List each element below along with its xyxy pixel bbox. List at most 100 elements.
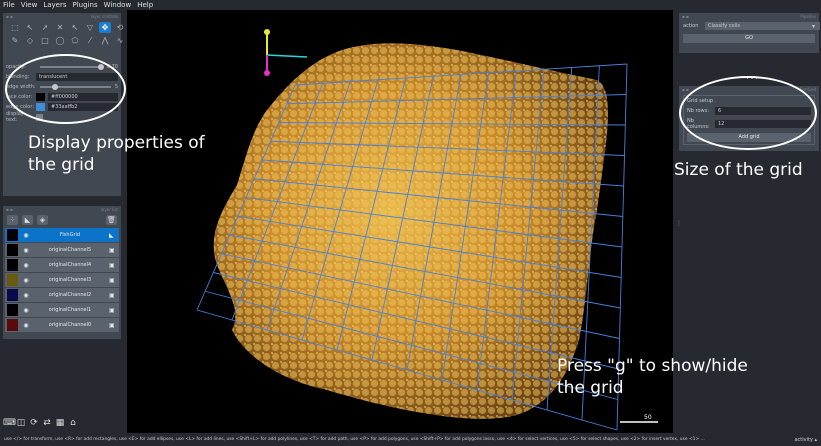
home-icon[interactable]: ⌂ bbox=[68, 418, 78, 428]
layer-name: originalChannel2 bbox=[48, 292, 92, 298]
scale-bar-label: 50 bbox=[644, 414, 652, 421]
image-layer-icon: ▣ bbox=[109, 291, 115, 299]
layer-row[interactable]: ◉ originalChannel4 ▣ bbox=[5, 258, 119, 272]
layer-thumbnail bbox=[7, 229, 18, 241]
classify-panel: ▪ ▪ Pipeline action Classify cells ▾ GO bbox=[679, 13, 820, 53]
menu-view[interactable]: View bbox=[21, 1, 38, 9]
transpose-icon[interactable]: ⇄ bbox=[42, 418, 52, 428]
layer-thumbnail bbox=[7, 289, 18, 301]
eye-icon[interactable]: ◉ bbox=[21, 232, 31, 239]
menu-bar: File View Layers Plugins Window Help bbox=[0, 0, 821, 10]
layer-list-panel: ▪ ▪ layer list ⁘ ◣ ◈ 🗑 ◉ FishGrid ◣ ◉ origina… bbox=[3, 206, 121, 339]
shapes-layer-icon: ◣ bbox=[109, 231, 114, 239]
action-label: action bbox=[683, 23, 699, 29]
layer-controls-title: layer controls bbox=[90, 14, 118, 19]
annotation-display: Display properties of the grid bbox=[28, 133, 205, 175]
dock-grip-icon[interactable]: ▪ ▪ bbox=[6, 207, 13, 212]
layer-buttons: ⁘ ◣ ◈ 🗑 bbox=[3, 213, 121, 227]
shape-icon[interactable]: ◇ bbox=[24, 35, 36, 46]
layer-row[interactable]: ◉ originalChannel0 ▣ bbox=[5, 318, 119, 332]
select-icon[interactable]: ↖ bbox=[69, 22, 81, 33]
line-icon[interactable]: ⁄ bbox=[84, 35, 96, 46]
dock-grip-icon[interactable]: ▪ ▪ bbox=[682, 14, 689, 19]
console-icon[interactable]: ⌨ bbox=[3, 418, 16, 428]
layer-row[interactable]: ◉ originalChannel1 ▣ bbox=[5, 303, 119, 317]
menu-help[interactable]: Help bbox=[137, 1, 153, 9]
layer-row[interactable]: ◉ originalChannel3 ▣ bbox=[5, 273, 119, 287]
eye-icon[interactable]: ◉ bbox=[21, 247, 31, 254]
annotation-size: Size of the grid bbox=[674, 160, 803, 180]
classify-title: Pipeline bbox=[800, 14, 816, 19]
annotation-ellipse-size bbox=[679, 76, 817, 150]
menu-layers[interactable]: Layers bbox=[43, 1, 66, 9]
image-layer-icon: ▣ bbox=[109, 261, 115, 269]
rectangle-icon[interactable]: □ bbox=[39, 35, 51, 46]
direct-select-icon[interactable]: ↖ bbox=[24, 22, 36, 33]
image-layer-icon: ▣ bbox=[109, 246, 115, 254]
layer-list-title-bar: ▪ ▪ layer list bbox=[3, 206, 121, 213]
polyline-icon[interactable]: ⋀ bbox=[99, 35, 111, 46]
layer-name: originalChannel0 bbox=[48, 322, 92, 328]
side-handle-icon[interactable]: ⋮ bbox=[676, 220, 682, 227]
axis-z-tip bbox=[264, 70, 270, 76]
layer-thumbnail bbox=[7, 259, 18, 271]
layer-thumbnail bbox=[7, 304, 18, 316]
select-vertices-icon[interactable]: ⬚ bbox=[9, 22, 21, 33]
axis-x bbox=[266, 54, 308, 58]
layer-name: originalChannel4 bbox=[48, 262, 92, 268]
eye-icon[interactable]: ◉ bbox=[21, 262, 31, 269]
grid-view-icon[interactable]: ▦ bbox=[55, 418, 65, 428]
eye-icon[interactable]: ◉ bbox=[21, 322, 31, 329]
layer-thumbnail bbox=[7, 319, 18, 331]
activity-button[interactable]: activity ▴ bbox=[794, 434, 817, 446]
new-shapes-icon[interactable]: ◣ bbox=[22, 215, 33, 225]
layer-row[interactable]: ◉ originalChannel5 ▣ bbox=[5, 243, 119, 257]
layer-thumbnail bbox=[7, 274, 18, 286]
action-select[interactable]: Classify cells bbox=[705, 22, 820, 30]
eye-icon[interactable]: ◉ bbox=[21, 277, 31, 284]
new-labels-icon[interactable]: ◈ bbox=[37, 215, 48, 225]
layer-row[interactable]: ◉ originalChannel2 ▣ bbox=[5, 288, 119, 302]
layer-list-title: layer list bbox=[100, 207, 118, 212]
eye-icon[interactable]: ◉ bbox=[21, 292, 31, 299]
layer-name: FishGrid bbox=[59, 232, 81, 238]
dock-grip-icon[interactable]: ▪ ▪ bbox=[6, 14, 13, 19]
status-bar: use </> for transform, use <R> for add r… bbox=[0, 434, 821, 446]
layer-name: originalChannel1 bbox=[48, 307, 92, 313]
remove-vertex-icon[interactable]: ✕ bbox=[54, 22, 66, 33]
layer-row[interactable]: ◉ FishGrid ◣ bbox=[5, 228, 119, 242]
classify-title-bar: ▪ ▪ Pipeline bbox=[679, 13, 819, 20]
annotation-press: Press "g" to show/hide the grid bbox=[557, 356, 748, 398]
transform-icon[interactable]: ⟲ bbox=[114, 22, 126, 33]
layer-name: originalChannel5 bbox=[48, 247, 92, 253]
ndisplay-icon[interactable]: ◫ bbox=[16, 418, 26, 428]
polygon-icon[interactable]: ⬠ bbox=[69, 35, 81, 46]
menu-window[interactable]: Window bbox=[104, 1, 132, 9]
layer-thumbnail bbox=[7, 244, 18, 256]
menu-plugins[interactable]: Plugins bbox=[73, 1, 98, 9]
pan-zoom-icon[interactable]: ✥ bbox=[99, 22, 111, 33]
pointer-icon[interactable]: ➚ bbox=[39, 22, 51, 33]
dock-title-bar: ▪ ▪ layer controls bbox=[3, 13, 121, 20]
layer-rows: ◉ FishGrid ◣ ◉ originalChannel5 ▣ ◉ originalCha… bbox=[3, 228, 121, 332]
delete-layer-icon[interactable]: 🗑 bbox=[106, 215, 117, 225]
annotation-ellipse-display bbox=[5, 54, 126, 124]
axis-y-tip bbox=[264, 29, 270, 35]
chevron-down-icon: ▾ bbox=[811, 22, 815, 30]
image-layer-icon: ▣ bbox=[109, 306, 115, 314]
tissue-cells bbox=[213, 43, 608, 419]
path-icon[interactable]: ∿ bbox=[114, 35, 126, 46]
shape-tools: ⬚ ↖ ➚ ✕ ↖ ▽ ✥ ⟲ ✎ ◇ □ ◯ ⬠ ⁄ ⋀ ∿ bbox=[3, 20, 123, 48]
menu-file[interactable]: File bbox=[3, 1, 15, 9]
action-row: action Classify cells ▾ bbox=[679, 20, 820, 32]
status-text: use </> for transform, use <R> for add r… bbox=[4, 437, 705, 442]
brush-icon[interactable]: ✎ bbox=[9, 35, 21, 46]
eye-icon[interactable]: ◉ bbox=[21, 307, 31, 314]
roll-icon[interactable]: ⟳ bbox=[29, 418, 39, 428]
select-shapes-icon[interactable]: ▽ bbox=[84, 22, 96, 33]
dock-grip-icon[interactable]: ▪ ▪ bbox=[682, 87, 689, 92]
new-points-icon[interactable]: ⁘ bbox=[7, 215, 18, 225]
image-layer-icon: ▣ bbox=[109, 276, 115, 284]
go-button[interactable]: GO bbox=[683, 34, 815, 43]
ellipse-icon[interactable]: ◯ bbox=[54, 35, 66, 46]
